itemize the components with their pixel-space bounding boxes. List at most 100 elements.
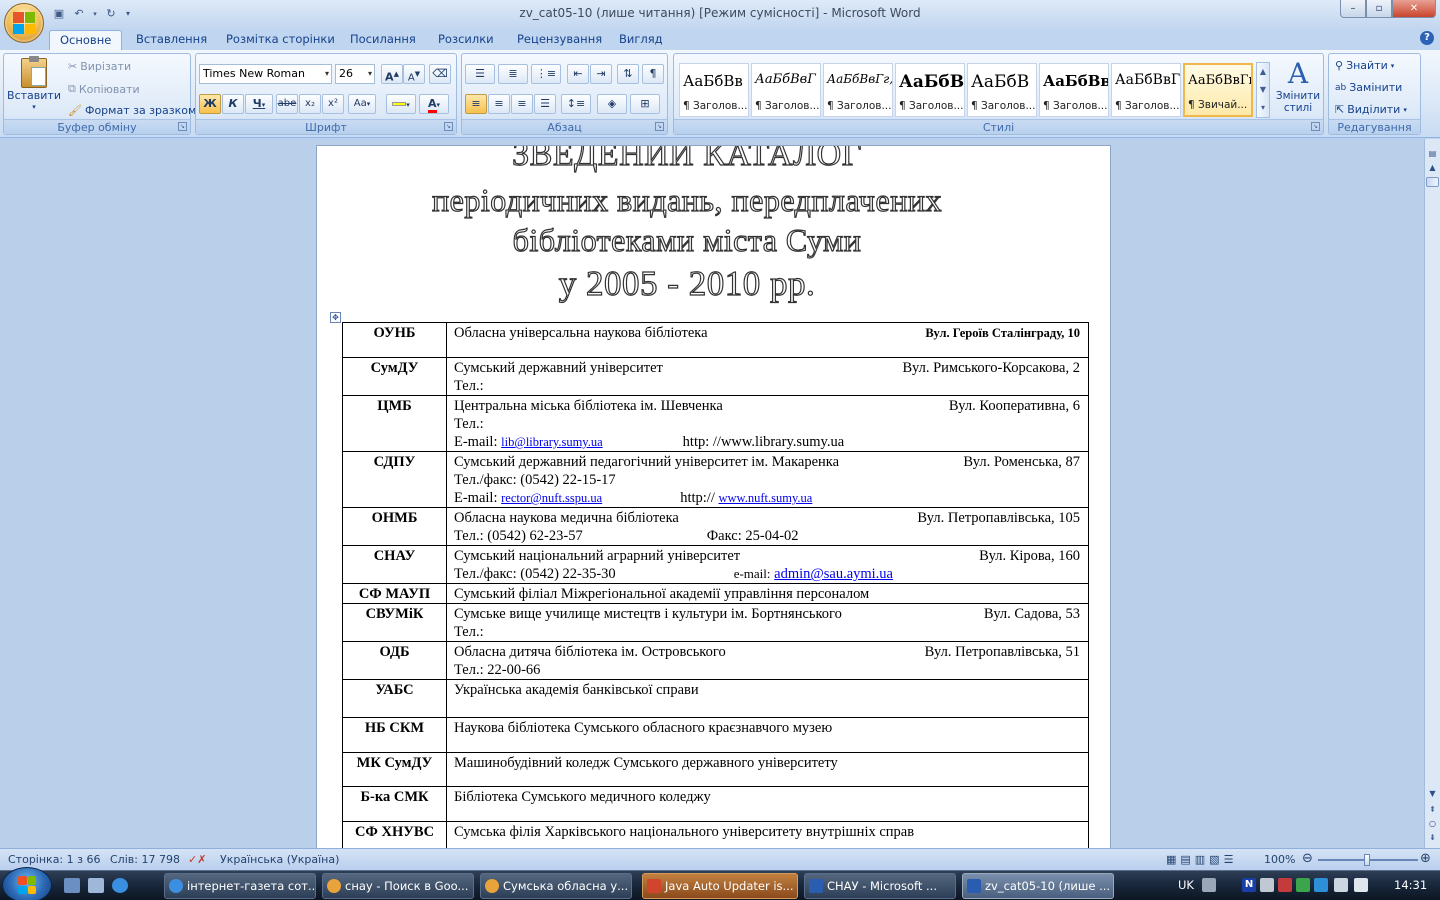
- bullets-button[interactable]: ☰: [465, 64, 495, 84]
- styles-more-icon[interactable]: ▾: [1257, 99, 1269, 117]
- word-count[interactable]: Слів: 17 798: [110, 853, 180, 866]
- tray-update-icon[interactable]: [1314, 878, 1328, 892]
- help-icon[interactable]: ?: [1420, 31, 1434, 45]
- format-painter-button[interactable]: 🖌 Формат за зразком: [68, 104, 196, 117]
- library-website-link[interactable]: www.nuft.sumy.ua: [718, 491, 812, 505]
- view-buttons[interactable]: ▦▤▥▧☰: [1166, 853, 1237, 866]
- change-styles-button[interactable]: A Змінити стилі: [1274, 58, 1322, 115]
- internet-explorer-icon[interactable]: [112, 878, 128, 893]
- scroll-up-icon[interactable]: ▲: [1425, 161, 1440, 175]
- taskbar-item-ie[interactable]: інтернет-газета сот...: [164, 873, 316, 899]
- align-center-button[interactable]: ≡: [488, 94, 510, 114]
- styles-launcher-icon[interactable]: ↘: [1311, 122, 1320, 131]
- paragraph-launcher-icon[interactable]: ↘: [655, 122, 664, 131]
- superscript-button[interactable]: x²: [322, 94, 344, 114]
- style-heading-4[interactable]: АаБбВ ¶ Заголов...: [895, 63, 965, 117]
- paste-button[interactable]: Вставити ▾: [7, 56, 61, 118]
- justify-button[interactable]: ☰: [534, 94, 556, 114]
- align-right-button[interactable]: ≡: [511, 94, 533, 114]
- select-button[interactable]: ⇱ Виділити ▾: [1335, 103, 1407, 116]
- office-button[interactable]: [4, 3, 44, 43]
- styles-scroll-down-icon[interactable]: ▼: [1257, 81, 1269, 99]
- table-move-handle-icon[interactable]: ✥: [330, 312, 341, 323]
- tab-home[interactable]: Основне: [49, 30, 123, 51]
- language-tray[interactable]: UK: [1178, 878, 1194, 892]
- tray-alert-icon[interactable]: [1278, 878, 1292, 892]
- start-button[interactable]: [2, 867, 52, 900]
- style-heading-2[interactable]: АаБбВвГ ¶ Заголов...: [751, 63, 821, 117]
- cut-button[interactable]: ✂ Вирізати: [68, 60, 131, 73]
- proofing-icon[interactable]: ✓✗: [188, 853, 206, 866]
- style-normal[interactable]: АаБбВвГг, ¶ Звичай...: [1183, 63, 1253, 117]
- network-icon[interactable]: [1334, 878, 1348, 892]
- close-button[interactable]: ✕: [1392, 0, 1436, 18]
- subscript-button[interactable]: x₂: [299, 94, 321, 114]
- find-button[interactable]: ⚲ Знайти ▾: [1335, 59, 1394, 72]
- grow-font-button[interactable]: A▲: [381, 64, 403, 84]
- tray-app-icon[interactable]: [1260, 878, 1274, 892]
- show-desktop-icon[interactable]: [64, 878, 80, 893]
- zoom-out-icon[interactable]: ⊖: [1302, 851, 1313, 866]
- shrink-font-button[interactable]: A▼: [403, 64, 425, 84]
- align-left-button[interactable]: ≡: [465, 94, 487, 114]
- font-family-select[interactable]: Times New Roman ▾: [199, 64, 332, 84]
- zoom-in-icon[interactable]: ⊕: [1420, 851, 1431, 866]
- font-size-select[interactable]: 26 ▾: [335, 64, 375, 84]
- change-case-button[interactable]: Aa▾: [348, 94, 376, 114]
- style-heading-1[interactable]: АаБбВв ¶ Заголов...: [679, 63, 749, 117]
- style-heading-3[interactable]: АаБбВвГг, ¶ Заголов...: [823, 63, 893, 117]
- next-page-icon[interactable]: ⇟: [1425, 831, 1440, 845]
- tab-insert[interactable]: Вставлення: [126, 30, 217, 50]
- document-page[interactable]: ЗВЕДЕНИЙ КАТАЛОГ періодичних видань, пер…: [316, 145, 1111, 848]
- library-email-link[interactable]: lib@library.sumy.ua: [501, 435, 603, 449]
- minimize-button[interactable]: –: [1340, 0, 1366, 18]
- tab-mailings[interactable]: Розсилки: [428, 30, 504, 50]
- strikethrough-button[interactable]: abe: [276, 94, 298, 114]
- keyboard-icon[interactable]: [1202, 878, 1216, 892]
- italic-button[interactable]: К: [222, 94, 244, 114]
- language-indicator[interactable]: Українська (Україна): [220, 853, 339, 866]
- multilevel-list-button[interactable]: ⋮≡: [531, 64, 561, 84]
- sort-button[interactable]: ⇅: [617, 64, 639, 84]
- n-app-icon[interactable]: N: [1242, 878, 1256, 892]
- taskbar-item-library[interactable]: Сумська обласна у...: [480, 873, 632, 899]
- clock[interactable]: 14:31: [1394, 878, 1427, 892]
- maximize-button[interactable]: ▫: [1366, 0, 1392, 18]
- scroll-down-icon[interactable]: ▼: [1425, 787, 1440, 801]
- numbering-button[interactable]: ≣: [498, 64, 528, 84]
- show-marks-button[interactable]: ¶: [642, 64, 664, 84]
- volume-icon[interactable]: [1354, 878, 1368, 892]
- bold-button[interactable]: Ж: [199, 94, 221, 114]
- browse-object-icon[interactable]: ○: [1425, 817, 1440, 831]
- tab-review[interactable]: Рецензування: [507, 30, 612, 50]
- line-spacing-button[interactable]: ↕≡: [561, 94, 591, 114]
- clipboard-launcher-icon[interactable]: ↘: [178, 122, 187, 131]
- shading-button[interactable]: ◈: [597, 94, 627, 114]
- highlight-button[interactable]: ▾: [386, 94, 416, 114]
- style-heading-6[interactable]: АаБбВв ¶ Заголов...: [1039, 63, 1109, 117]
- vertical-scrollbar[interactable]: ▤ ▲ ▼ ⇞ ○ ⇟: [1424, 139, 1440, 848]
- replace-button[interactable]: ab Замінити: [1335, 81, 1402, 94]
- taskbar-item-word-snau[interactable]: СНАУ - Microsoft ...: [804, 873, 956, 899]
- zoom-level[interactable]: 100%: [1264, 853, 1295, 866]
- clear-formatting-button[interactable]: ⌫: [429, 64, 451, 84]
- library-email-link[interactable]: rector@nuft.sspu.ua: [501, 491, 602, 505]
- previous-page-icon[interactable]: ⇞: [1425, 803, 1440, 817]
- underline-button[interactable]: Ч▾: [245, 94, 273, 114]
- style-heading-7[interactable]: АаБбВвГ ¶ Заголов...: [1111, 63, 1181, 117]
- scroll-thumb[interactable]: [1426, 177, 1439, 187]
- font-color-button[interactable]: A▾: [419, 94, 449, 114]
- borders-button[interactable]: ⊞: [630, 94, 660, 114]
- tray-check-icon[interactable]: [1296, 878, 1310, 892]
- font-launcher-icon[interactable]: ↘: [444, 122, 453, 131]
- style-heading-5[interactable]: АаБбВ ¶ Заголов...: [967, 63, 1037, 117]
- page-count[interactable]: Сторінка: 1 з 66: [8, 853, 100, 866]
- increase-indent-button[interactable]: ⇥: [590, 64, 612, 84]
- tab-page-layout[interactable]: Розмітка сторінки: [216, 30, 345, 50]
- copy-button[interactable]: ⧉ Копіювати: [68, 82, 140, 96]
- taskbar-item-word-catalog[interactable]: zv_cat05-10 (лише ...: [962, 873, 1114, 899]
- taskbar-item-google[interactable]: снау - Поиск в Goo...: [322, 873, 474, 899]
- zoom-slider[interactable]: [1318, 854, 1418, 866]
- tab-references[interactable]: Посилання: [340, 30, 426, 50]
- taskbar-item-java[interactable]: Java Auto Updater is...: [642, 873, 798, 899]
